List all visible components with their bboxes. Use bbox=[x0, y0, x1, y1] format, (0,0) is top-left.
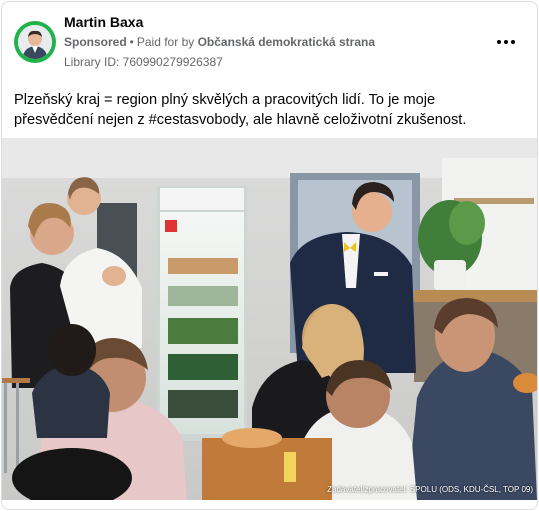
sponsored-label: Sponsored bbox=[64, 35, 127, 49]
paid-for-prefix: Paid for by bbox=[136, 35, 195, 49]
event-photo-illustration bbox=[2, 138, 537, 500]
post-text: Plzeňský kraj = region plný skvělých a p… bbox=[14, 92, 467, 128]
separator-dot: • bbox=[129, 35, 134, 49]
post-photo[interactable]: Zadavatel/zpracovatel: SPOLU (ODS, KDU-Č… bbox=[2, 138, 537, 500]
advertiser-name[interactable]: Martin Baxa bbox=[64, 14, 143, 30]
three-dots-icon bbox=[496, 40, 517, 44]
ad-card: Martin Baxa Sponsored • Paid for by Občans… bbox=[1, 1, 538, 510]
more-options-button[interactable] bbox=[491, 30, 521, 54]
advertiser-avatar[interactable] bbox=[14, 21, 56, 63]
photo-credit: Zadavatel/zpracovatel: SPOLU (ODS, KDU-Č… bbox=[327, 485, 533, 494]
paid-for-entity[interactable]: Občanská demokratická strana bbox=[198, 35, 375, 49]
avatar-photo bbox=[18, 25, 52, 59]
sponsored-line: Sponsored • Paid for by Občanská demokrati… bbox=[64, 35, 375, 49]
library-id: Library ID: 760990279926387 bbox=[64, 55, 223, 69]
